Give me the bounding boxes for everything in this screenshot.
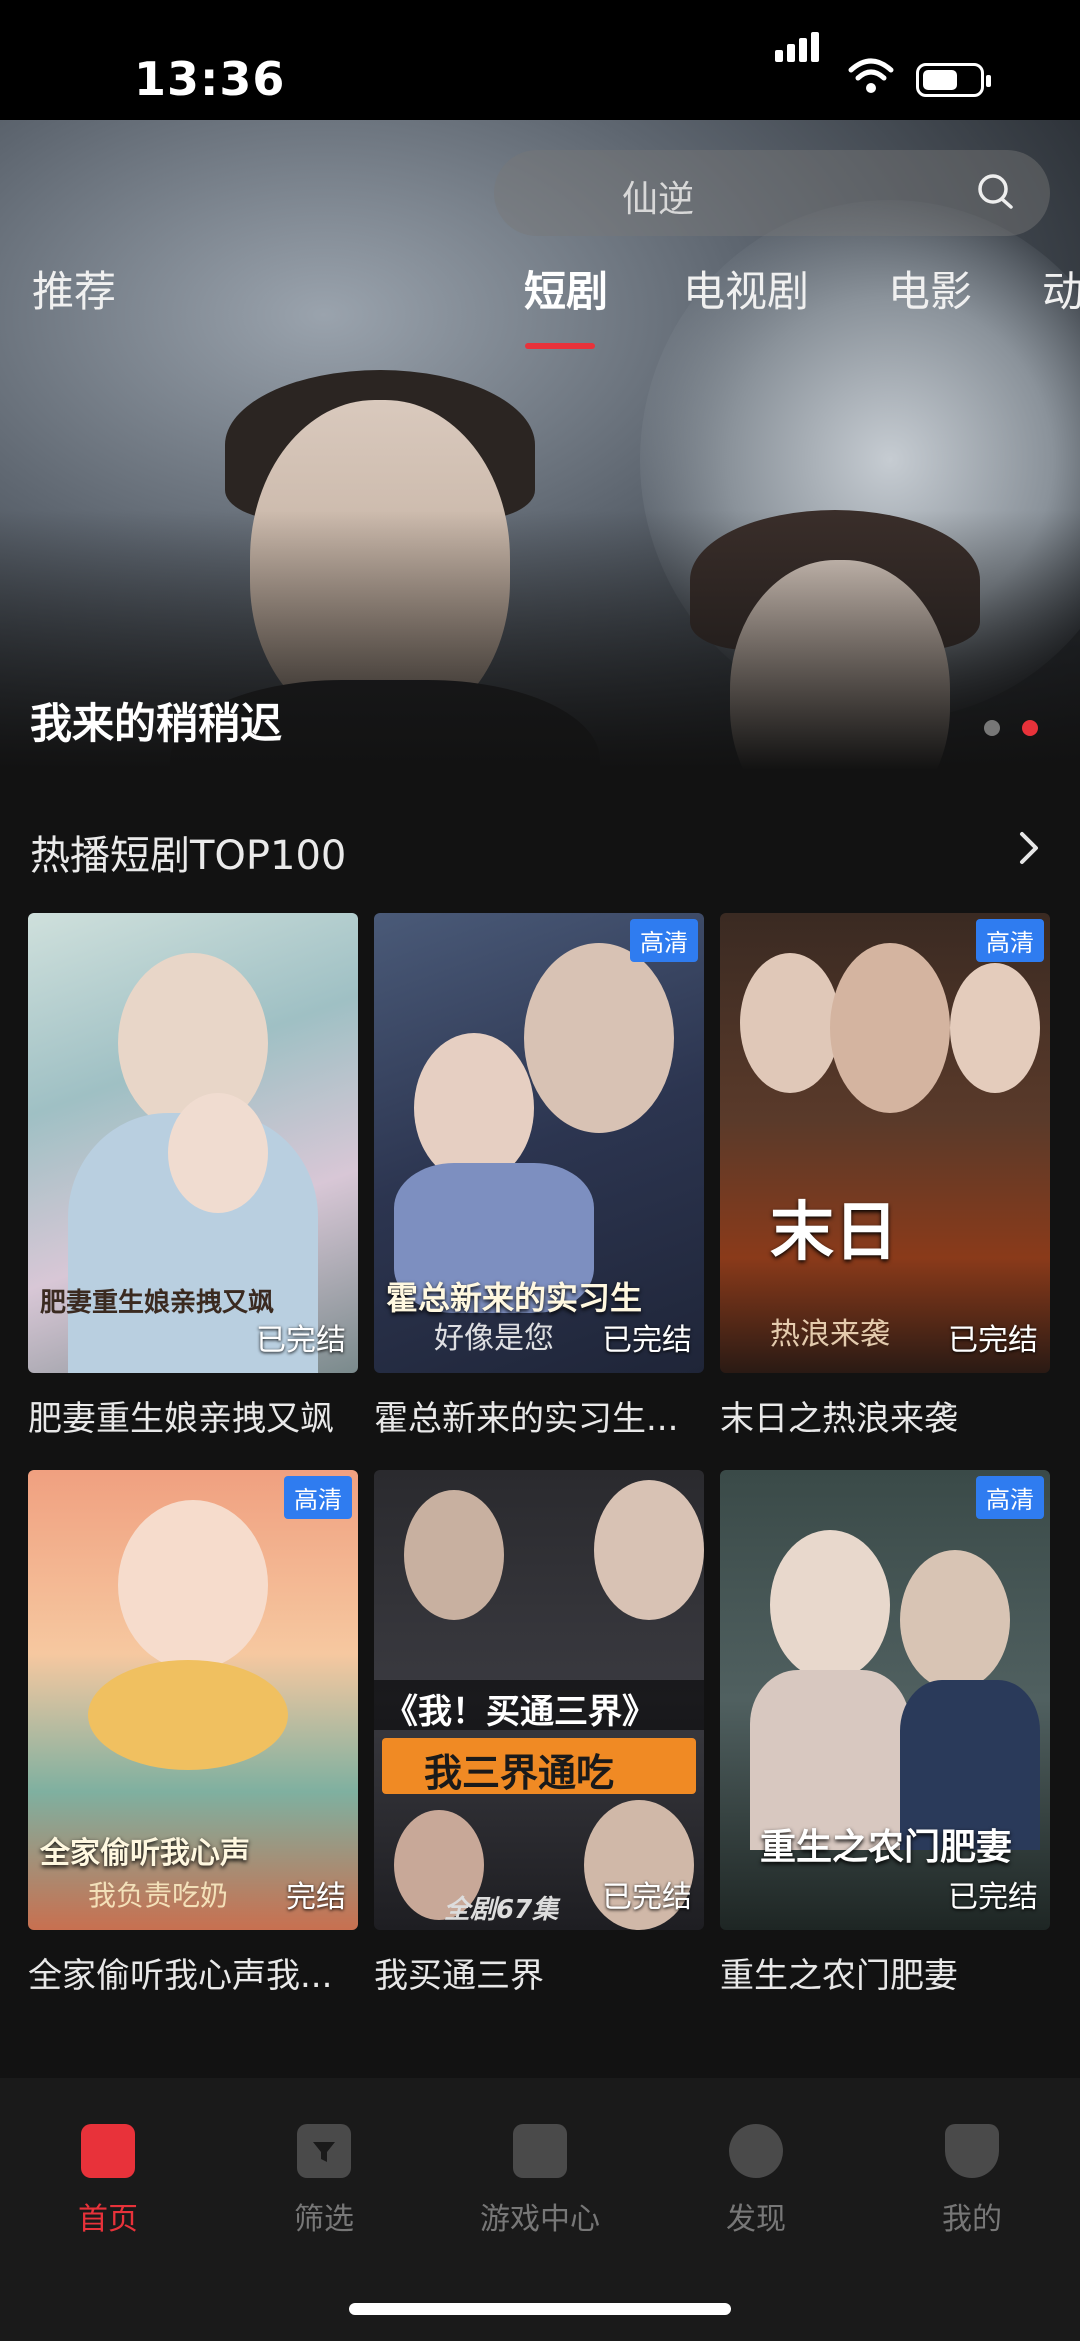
poster-subtitle: 我三界通吃 xyxy=(424,1751,615,1795)
nav-filter[interactable]: 筛选 xyxy=(244,2124,404,2238)
hd-badge: 高清 xyxy=(976,919,1044,962)
nav-label: 发现 xyxy=(726,2202,786,2237)
tab-short-drama[interactable]: 短剧 xyxy=(524,258,608,319)
drama-card[interactable]: 高清 全家偷听我心声 我负责吃奶 完结 全家偷听我心声我... xyxy=(28,1470,358,1997)
status-time: 13:36 xyxy=(134,52,286,106)
planet-icon xyxy=(729,2124,783,2178)
poster-image[interactable]: 高清 全家偷听我心声 我负责吃奶 完结 xyxy=(28,1470,358,1930)
hd-badge: 高清 xyxy=(630,919,698,962)
drama-title[interactable]: 我买通三界 xyxy=(374,1948,704,1997)
nav-label: 首页 xyxy=(78,2202,138,2237)
category-tabs: 推荐 短剧 电视剧 电影 动 xyxy=(0,258,1080,338)
nav-profile[interactable]: 我的 xyxy=(892,2124,1052,2238)
battery-icon xyxy=(916,63,991,97)
drama-card[interactable]: 肥妻重生娘亲拽又飒 已完结 肥妻重生娘亲拽又飒 xyxy=(28,913,358,1440)
active-tab-indicator xyxy=(525,343,595,349)
tab-recommend[interactable]: 推荐 xyxy=(32,258,116,319)
drama-card[interactable]: 高清 霍总新来的实习生 好像是您 已完结 霍总新来的实习生... xyxy=(374,913,704,1440)
poster-image[interactable]: 《我！买通三界》 我三界通吃 全剧67集 已完结 xyxy=(374,1470,704,1930)
chevron-right-icon[interactable] xyxy=(1010,828,1050,868)
poster-subtitle: 热浪来袭 xyxy=(770,1317,890,1352)
section-title[interactable]: 热播短剧TOP100 xyxy=(30,823,346,881)
hero-title[interactable]: 我来的稍稍迟 xyxy=(30,690,282,751)
drama-title[interactable]: 肥妻重生娘亲拽又飒 xyxy=(28,1391,358,1440)
hd-badge: 高清 xyxy=(284,1476,352,1519)
poster-title: 肥妻重生娘亲拽又飒 xyxy=(40,1288,275,1318)
drama-card[interactable]: 《我！买通三界》 我三界通吃 全剧67集 已完结 我买通三界 xyxy=(374,1470,704,1997)
carousel-dot xyxy=(984,720,1000,736)
nav-label: 我的 xyxy=(942,2202,1002,2237)
completed-label: 完结 xyxy=(286,1880,346,1915)
nav-game-center[interactable]: 游戏中心 xyxy=(460,2124,620,2238)
bottom-nav: 首页 筛选 游戏中心 发现 我的 xyxy=(0,2078,1080,2341)
poster-subtitle: 好像是您 xyxy=(434,1321,554,1356)
carousel-dot-active xyxy=(1022,720,1038,736)
drama-title[interactable]: 霍总新来的实习生... xyxy=(374,1391,704,1440)
status-bar: 13:36 xyxy=(0,0,1080,120)
tab-anime[interactable]: 动 xyxy=(1042,258,1080,319)
poster-image[interactable]: 高清 霍总新来的实习生 好像是您 已完结 xyxy=(374,913,704,1373)
drama-card[interactable]: 高清 重生之农门肥妻 已完结 重生之农门肥妻 xyxy=(720,1470,1050,1997)
drama-title[interactable]: 重生之农门肥妻 xyxy=(720,1948,1050,1997)
hd-badge: 高清 xyxy=(976,1476,1044,1519)
completed-label: 已完结 xyxy=(602,1323,692,1358)
profile-icon xyxy=(945,2124,999,2178)
completed-label: 已完结 xyxy=(948,1323,1038,1358)
poster-title: 《我！买通三界》 xyxy=(384,1692,656,1732)
wifi-icon xyxy=(848,58,894,93)
nav-discover[interactable]: 发现 xyxy=(676,2124,836,2238)
nav-label: 筛选 xyxy=(294,2202,354,2237)
tab-tv-series[interactable]: 电视剧 xyxy=(683,258,809,319)
episode-count: 全剧67集 xyxy=(444,1895,559,1925)
poster-title: 末日 xyxy=(770,1196,898,1270)
completed-label: 已完结 xyxy=(948,1880,1038,1915)
search-icon[interactable] xyxy=(976,172,1014,210)
poster-image[interactable]: 高清 重生之农门肥妻 已完结 xyxy=(720,1470,1050,1930)
poster-image[interactable]: 高清 末日 热浪来袭 已完结 xyxy=(720,913,1050,1373)
search-bar[interactable]: 仙逆 xyxy=(494,150,1050,236)
drama-title[interactable]: 末日之热浪来袭 xyxy=(720,1391,1050,1440)
completed-label: 已完结 xyxy=(256,1323,346,1358)
poster-title: 重生之农门肥妻 xyxy=(760,1827,1013,1868)
clapperboard-icon xyxy=(81,2124,135,2178)
game-card-icon xyxy=(513,2124,567,2178)
tab-movies[interactable]: 电影 xyxy=(888,258,972,319)
nav-home[interactable]: 首页 xyxy=(28,2124,188,2238)
nav-label: 游戏中心 xyxy=(480,2202,600,2237)
search-placeholder: 仙逆 xyxy=(622,179,695,220)
filter-icon xyxy=(297,2124,351,2178)
poster-image[interactable]: 肥妻重生娘亲拽又飒 已完结 xyxy=(28,913,358,1373)
poster-title: 全家偷听我心声 xyxy=(40,1836,250,1871)
drama-title[interactable]: 全家偷听我心声我... xyxy=(28,1948,358,1997)
home-indicator xyxy=(349,2303,731,2315)
poster-subtitle: 我负责吃奶 xyxy=(88,1879,229,1912)
drama-card[interactable]: 高清 末日 热浪来袭 已完结 末日之热浪来袭 xyxy=(720,913,1050,1440)
completed-label: 已完结 xyxy=(602,1880,692,1915)
